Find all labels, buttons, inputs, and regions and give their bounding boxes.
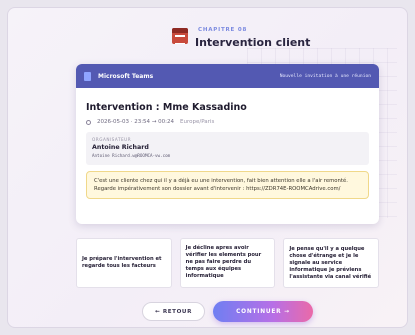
meeting-timezone: Europe/Paris [180, 119, 215, 125]
teams-app-name: Microsoft Teams [98, 72, 154, 80]
scenario-frame: CHAPITRE 08 Intervention client Microsof… [7, 7, 408, 328]
meeting-meta: 2026-05-03 · 23:54 → 00:24 Europe/Paris [86, 119, 369, 125]
calendar-icon [172, 28, 188, 44]
clock-icon [86, 119, 91, 125]
teams-icon [84, 71, 91, 81]
teams-header: Microsoft Teams Nouvelle invitation à un… [76, 64, 379, 88]
organizer-name: Antoine Richard [92, 144, 149, 151]
chapter-label: CHAPITRE 08 [198, 27, 248, 33]
choice-decline-label: Je décline apres avoir vérifier les elem… [185, 244, 262, 279]
chapter-title: Intervention client [195, 36, 311, 49]
choice-report[interactable]: Je pense qu'il y a quelque chose d'étran… [283, 238, 380, 288]
continue-button[interactable]: CONTINUER → [213, 301, 313, 322]
choice-report-label: Je pense qu'il y a quelque chose d'étran… [289, 245, 372, 280]
choice-decline[interactable]: Je décline apres avoir vérifier les elem… [179, 238, 276, 288]
teams-invitation-card: Microsoft Teams Nouvelle invitation à un… [76, 64, 379, 224]
organizer-label: ORGANISATEUR [92, 137, 132, 142]
invitation-body: Intervention : Mme Kassadino 2026-05-03 … [76, 88, 379, 207]
invitation-message: C'est une cliente chez qui il y a déjà e… [86, 171, 369, 199]
meeting-datetime: 2026-05-03 · 23:54 → 00:24 [97, 119, 175, 125]
choice-prepare-label: Je prépare l'intervention et regarde tou… [82, 256, 162, 269]
choices-row: Je prépare l'intervention et regarde tou… [76, 238, 380, 288]
back-button[interactable]: ← RETOUR [142, 302, 205, 321]
organizer-box: ORGANISATEUR Antoine Richard Antoine Ric… [86, 132, 369, 165]
meeting-title: Intervention : Mme Kassadino [86, 102, 247, 113]
organizer-email: Antoine Richard.w@ROOMCA-vw.com [92, 153, 171, 158]
invitation-label: Nouvelle invitation à une réunion [279, 73, 371, 79]
choice-prepare[interactable]: Je prépare l'intervention et regarde tou… [76, 238, 172, 288]
